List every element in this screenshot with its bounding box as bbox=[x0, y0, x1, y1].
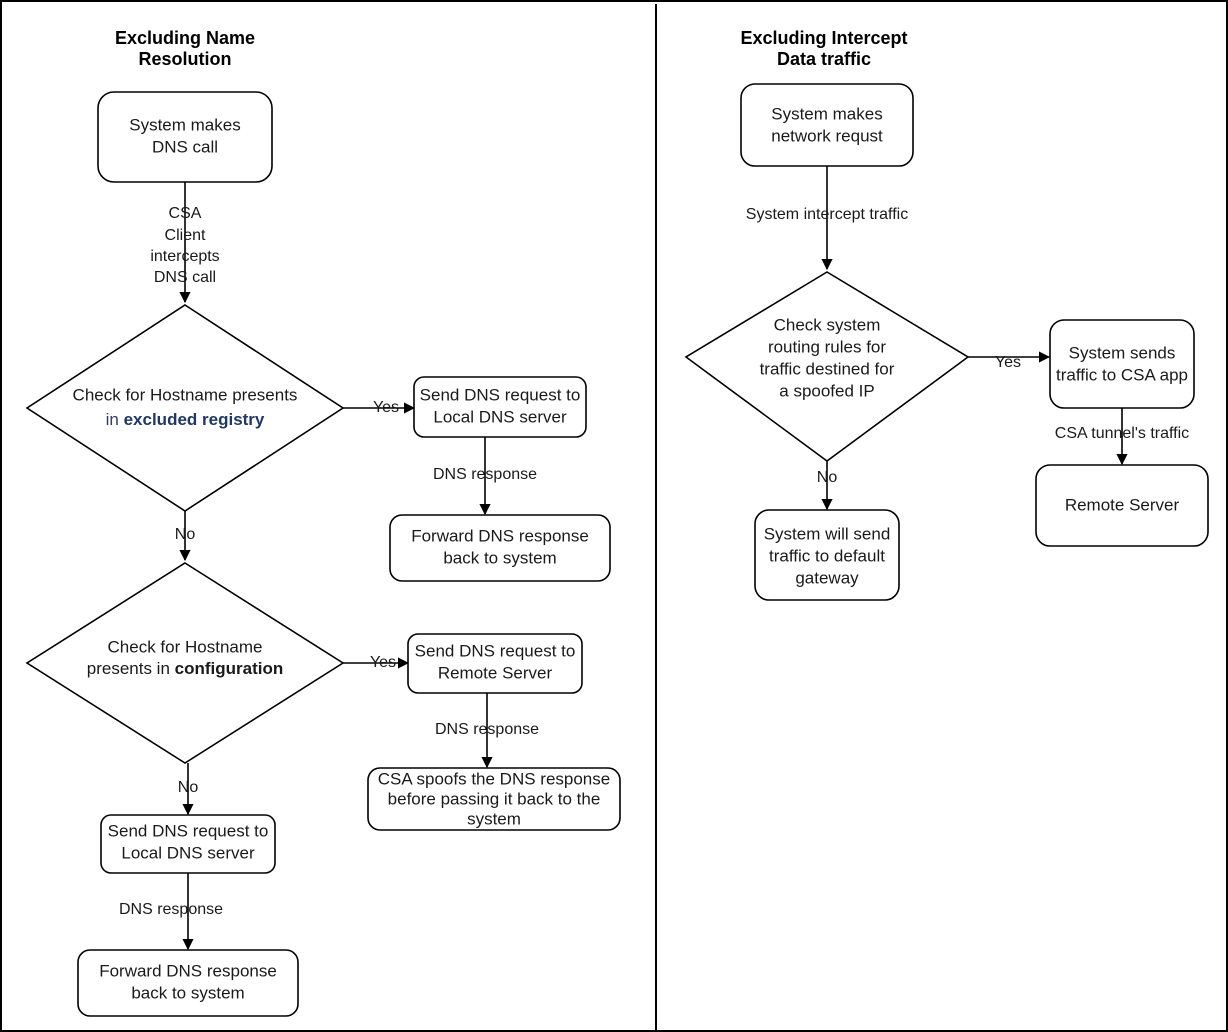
right-no-box-line3: gateway bbox=[795, 568, 859, 587]
right-yes-box-line2: traffic to CSA app bbox=[1056, 365, 1188, 384]
flowchart-svg: Excluding Name Resolution System makes D… bbox=[25, 4, 1209, 1030]
right-yes-box[interactable] bbox=[1049, 319, 1195, 409]
left-decision2-label-emphasis: configuration bbox=[175, 659, 284, 678]
left-forward1-line1: Forward DNS response bbox=[411, 526, 589, 545]
right-no-box-line1: System will send bbox=[764, 524, 891, 543]
right-decision-line2: routing rules for bbox=[768, 337, 886, 356]
left-forward2-line1: Forward DNS response bbox=[99, 961, 277, 980]
left-decision1-label-line1: Check for Hostname presents bbox=[73, 385, 298, 404]
right-start-line2: network requst bbox=[771, 126, 883, 145]
left-panel-title-line2: Resolution bbox=[139, 49, 232, 69]
left-decision1-yes-label: Yes bbox=[373, 399, 399, 416]
left-edge-start-label-line2: Client bbox=[165, 227, 206, 244]
left-start-label-line2: DNS call bbox=[152, 137, 218, 156]
left-decision2-label-line1: Check for Hostname bbox=[108, 637, 263, 656]
right-yes-box-line1: System sends bbox=[1069, 343, 1176, 362]
right-decision-line3: traffic destined for bbox=[760, 359, 895, 378]
left-decision1-label-emphasis: excluded registry bbox=[124, 410, 265, 429]
left-decision2-label-prefix: presents in bbox=[87, 659, 175, 678]
left-decision2-no-box-line2: Local DNS server bbox=[121, 843, 255, 862]
right-start-line1: System makes bbox=[771, 104, 882, 123]
left-decision2-no-label: No bbox=[178, 779, 199, 796]
left-edge-dnsresponse2-label: DNS response bbox=[435, 721, 539, 738]
right-decision-yes-label: Yes bbox=[995, 354, 1021, 371]
left-edge-dnsresponse3-label: DNS response bbox=[119, 901, 223, 918]
left-edge-dnsresponse1-label: DNS response bbox=[433, 466, 537, 483]
left-decision1-yes-box-line2: Local DNS server bbox=[433, 407, 567, 426]
flowchart-canvas: Excluding Name Resolution System makes D… bbox=[0, 0, 1228, 1032]
left-decision1-label-prefix: in bbox=[106, 410, 124, 429]
left-decision2-yes-box-line2: Remote Server bbox=[438, 663, 553, 682]
left-start-label-line1: System makes bbox=[129, 115, 240, 134]
left-edge-start-label-line4: DNS call bbox=[154, 269, 216, 286]
left-decision2-no-box-line1: Send DNS request to bbox=[108, 821, 269, 840]
left-spoof-line2: before passing it back to the bbox=[388, 789, 601, 808]
right-panel-title-line2: Data traffic bbox=[777, 49, 871, 69]
right-start-node[interactable] bbox=[740, 83, 914, 167]
right-decision-no-label: No bbox=[817, 469, 838, 486]
right-edge-tunnel-label: CSA tunnel's traffic bbox=[1055, 425, 1189, 442]
left-decision1-label-line2: in excluded registry bbox=[106, 410, 265, 429]
left-decision2-yes-box-line1: Send DNS request to bbox=[415, 641, 576, 660]
left-edge-start-label-line1: CSA bbox=[169, 205, 202, 222]
left-decision2-yes-label: Yes bbox=[370, 654, 396, 671]
right-decision-line1: Check system bbox=[774, 315, 881, 334]
left-edge-start-label-line3: intercepts bbox=[150, 248, 219, 265]
right-decision-line4: a spoofed IP bbox=[779, 381, 874, 400]
right-panel-title-line1: Excluding Intercept bbox=[740, 28, 907, 48]
right-remote-server-label: Remote Server bbox=[1065, 495, 1180, 514]
left-spoof-line1: CSA spoofs the DNS response bbox=[378, 769, 610, 788]
left-forward2-line2: back to system bbox=[131, 983, 244, 1002]
left-forward1-line2: back to system bbox=[443, 548, 556, 567]
left-decision1-no-label: No bbox=[175, 526, 196, 543]
left-panel-title-line1: Excluding Name bbox=[115, 28, 255, 48]
left-spoof-line3: system bbox=[467, 809, 521, 828]
right-no-box-line2: traffic to default bbox=[769, 546, 885, 565]
left-decision2-label-line2: presents in configuration bbox=[87, 659, 284, 678]
left-decision1-node[interactable] bbox=[25, 304, 345, 512]
left-decision1-yes-box-line1: Send DNS request to bbox=[420, 385, 581, 404]
right-edge-intercept-label: System intercept traffic bbox=[746, 206, 908, 223]
